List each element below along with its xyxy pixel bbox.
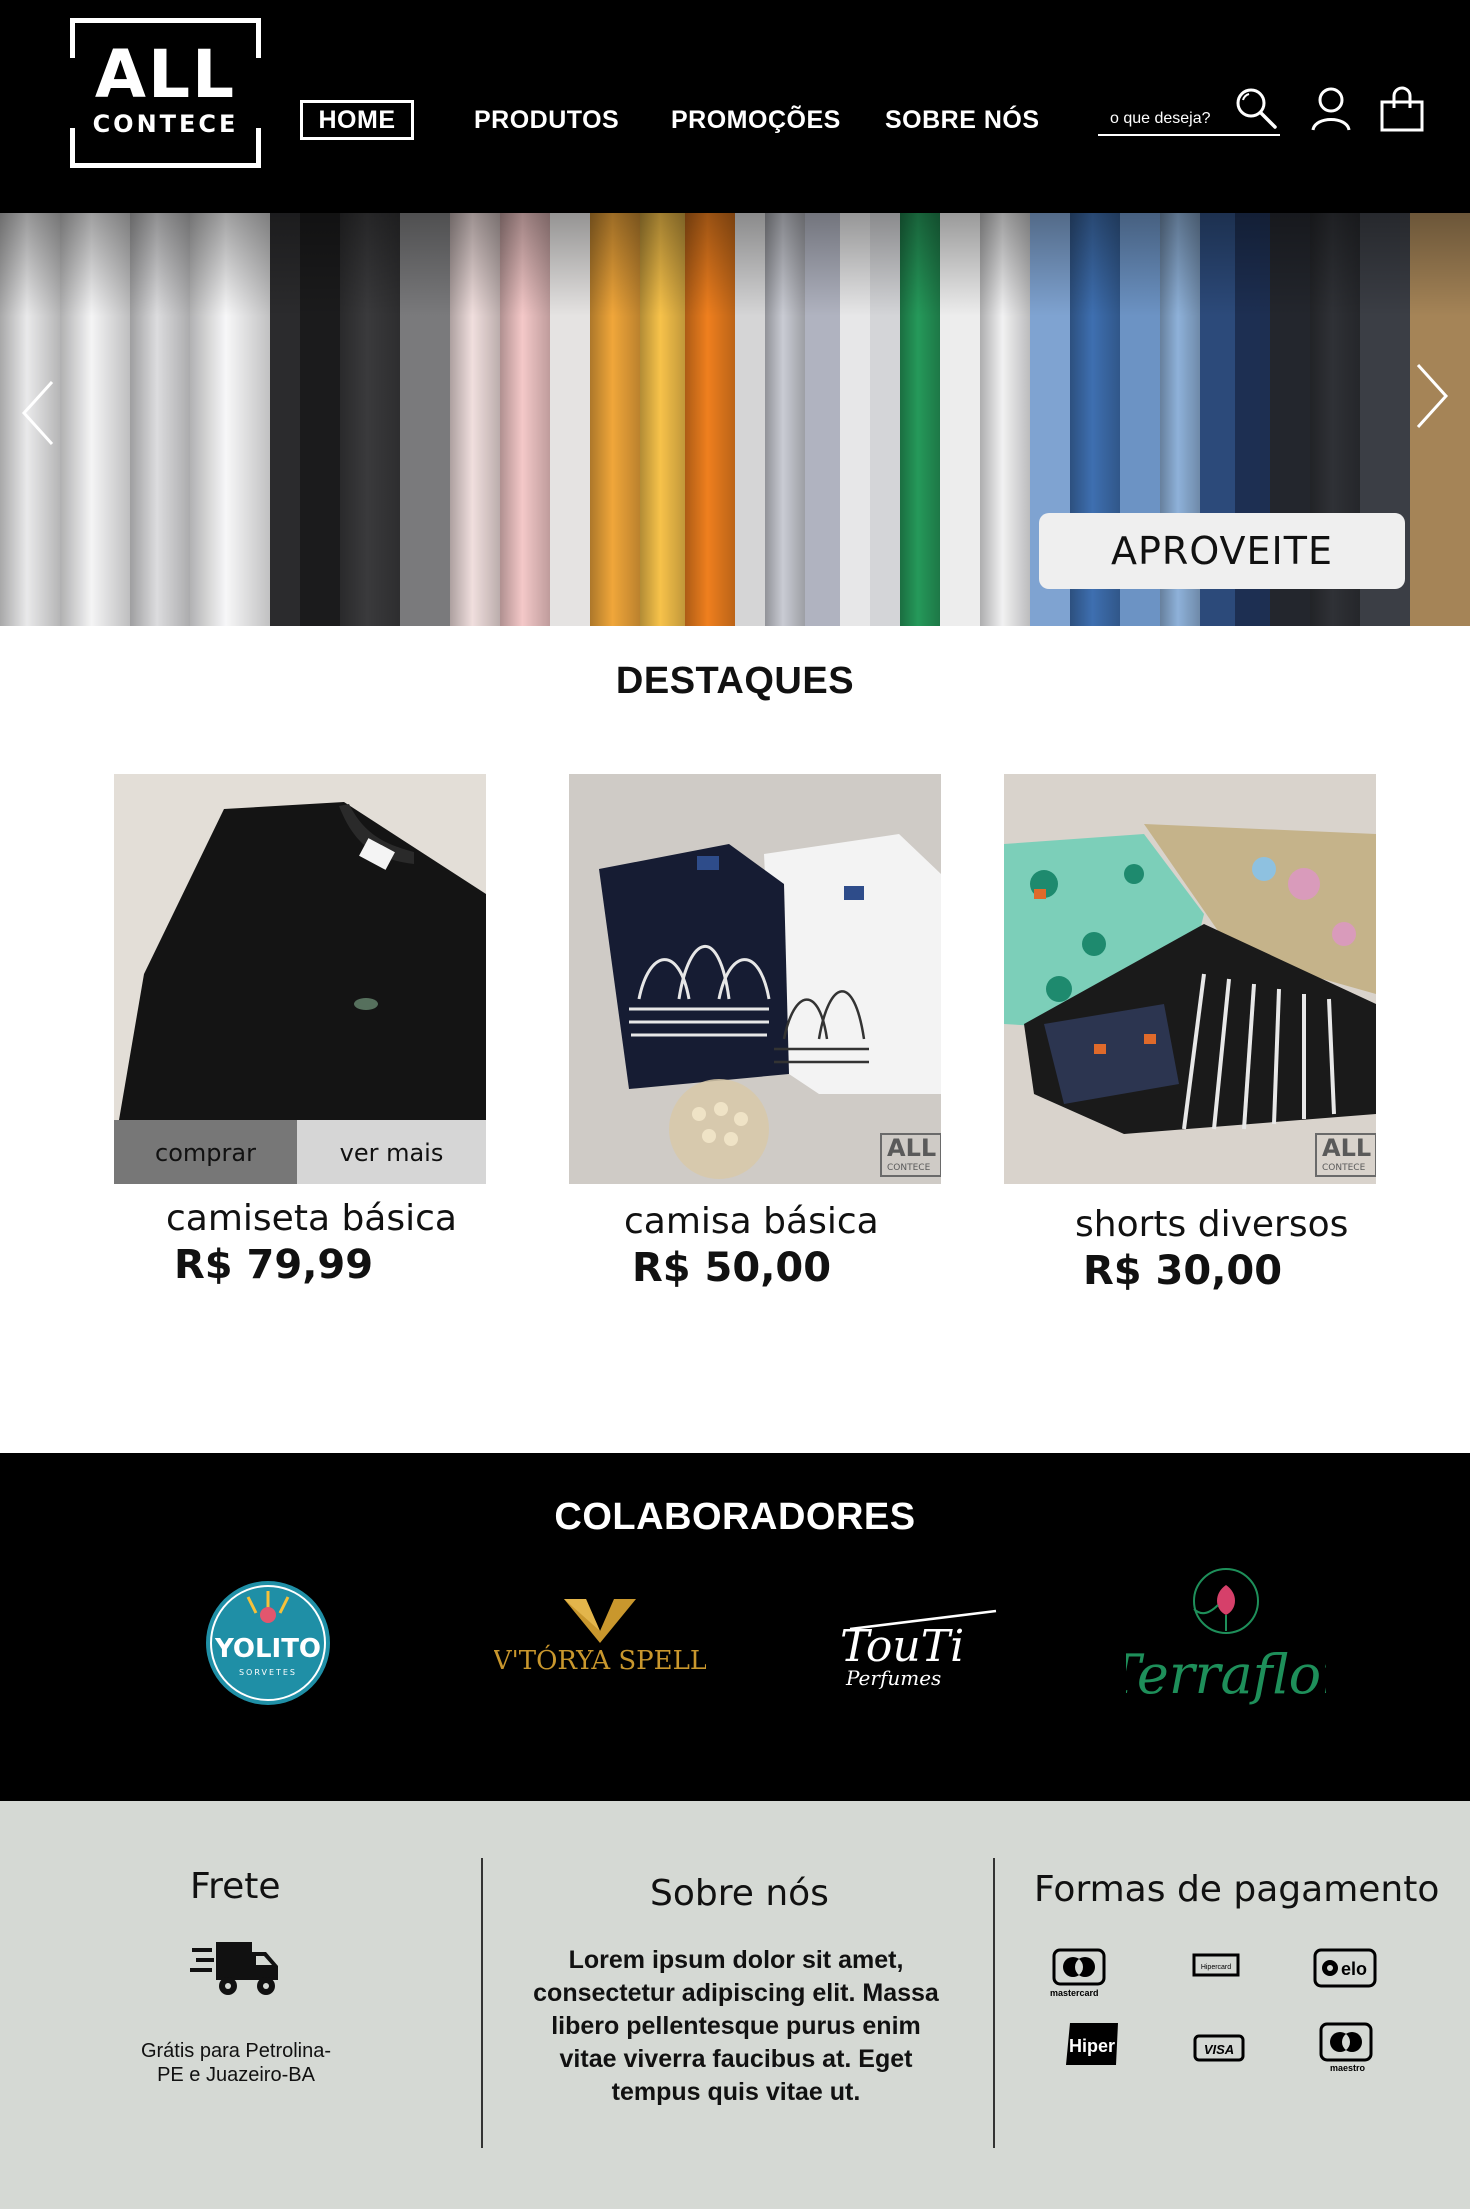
- sobre-title: Sobre nós: [650, 1873, 829, 1914]
- colaboradores-title: COLABORADORES: [554, 1496, 916, 1538]
- product-image-camisa[interactable]: ALL CONTECE: [569, 774, 941, 1184]
- search-bar: [1098, 86, 1280, 136]
- svg-text:ALL: ALL: [887, 1134, 936, 1162]
- svg-text:CONTECE: CONTECE: [887, 1163, 931, 1173]
- logo-text-contece: CONTECE: [92, 110, 239, 138]
- carousel-prev-icon[interactable]: [18, 378, 58, 448]
- shopping-bag-icon[interactable]: [1378, 86, 1426, 134]
- payment-label: mastercard: [1050, 1988, 1099, 1998]
- site-logo[interactable]: ALL CONTECE: [70, 18, 261, 168]
- hiper-icon: Hiper: [1062, 2019, 1124, 2069]
- partner-logo-yolito[interactable]: YOLITO SORVETES: [204, 1579, 332, 1707]
- partner-name: TouTi: [840, 1621, 964, 1672]
- search-input[interactable]: [1110, 110, 1230, 128]
- site-footer: Frete Grátis para Petrolina-PE e Juazeir…: [0, 1801, 1470, 2209]
- search-icon[interactable]: [1234, 86, 1278, 130]
- sobre-description: Lorem ipsum dolor sit amet, consectetur …: [533, 1946, 939, 2106]
- partner-name: YOLITO: [214, 1634, 321, 1664]
- product-image-shorts[interactable]: ALL CONTECE: [1004, 774, 1376, 1184]
- payment-label: maestro: [1330, 2063, 1366, 2073]
- carousel-next-icon[interactable]: [1412, 361, 1452, 431]
- product-price: R$ 30,00: [1083, 1248, 1283, 1294]
- site-header: ALL CONTECE HOME PRODUTOS PROMOÇÕES SOBR…: [0, 0, 1470, 213]
- footer-divider: [993, 1858, 995, 2148]
- nav-produtos[interactable]: PRODUTOS: [474, 106, 619, 135]
- visa-icon: VISA: [1192, 2033, 1246, 2063]
- product-name[interactable]: camisa básica: [624, 1201, 879, 1242]
- svg-text:ALL: ALL: [1322, 1134, 1371, 1162]
- partner-logo-terraflor[interactable]: Terraflor: [1105, 1565, 1350, 1721]
- pagamento-title: Formas de pagamento: [1034, 1869, 1440, 1910]
- product-price: R$ 50,00: [632, 1245, 832, 1291]
- product-name[interactable]: shorts diversos: [1075, 1204, 1348, 1245]
- partner-name: V'TÓRYA SPELL: [494, 1644, 706, 1675]
- nav-promocoes[interactable]: PROMOÇÕES: [671, 106, 841, 135]
- partner-subtitle: Perfumes: [845, 1666, 941, 1690]
- aproveite-button[interactable]: APROVEITE: [1039, 513, 1405, 589]
- elo-icon: elo: [1312, 1947, 1378, 1991]
- product-image-camiseta[interactable]: comprar ver mais: [114, 774, 486, 1184]
- footer-divider: [481, 1858, 483, 2148]
- nav-sobre-nos[interactable]: SOBRE NÓS: [885, 106, 1040, 135]
- partner-logo-vtorya-spell[interactable]: V'TÓRYA SPELL: [492, 1595, 707, 1676]
- logo-text-all: ALL: [94, 36, 237, 113]
- payment-label: Hipercard: [1201, 1964, 1231, 1971]
- partner-subtitle: SORVETES: [239, 1668, 297, 1677]
- payment-label: Hiper: [1069, 2036, 1115, 2056]
- hero-banner: APROVEITE: [0, 213, 1470, 626]
- payment-label: VISA: [1204, 2042, 1234, 2057]
- frete-description: Grátis para Petrolina-PE e Juazeiro-BA: [140, 2040, 332, 2086]
- colaboradores-section: COLABORADORES YOLITO SORVETES V'TÓRYA SP…: [0, 1453, 1470, 1801]
- user-icon[interactable]: [1310, 86, 1352, 132]
- delivery-truck-icon: [190, 1942, 278, 1995]
- nav-home[interactable]: HOME: [300, 100, 414, 140]
- partner-logo-touti[interactable]: TouTi Perfumes: [830, 1603, 1000, 1693]
- frete-title: Frete: [190, 1866, 281, 1907]
- payment-label: elo: [1341, 1959, 1367, 1979]
- destaques-title: DESTAQUES: [615, 660, 855, 702]
- hipercard-icon: Hipercard: [1192, 1951, 1242, 1981]
- partner-name: Terraflor: [1126, 1643, 1326, 1706]
- product-price: R$ 79,99: [174, 1242, 374, 1288]
- svg-text:CONTECE: CONTECE: [1322, 1163, 1366, 1173]
- maestro-icon: maestro: [1316, 2021, 1376, 2077]
- ver-mais-button[interactable]: ver mais: [297, 1120, 486, 1184]
- comprar-button[interactable]: comprar: [114, 1120, 297, 1184]
- mastercard-icon: mastercard: [1048, 1946, 1110, 2002]
- product-name[interactable]: camiseta básica: [166, 1198, 457, 1239]
